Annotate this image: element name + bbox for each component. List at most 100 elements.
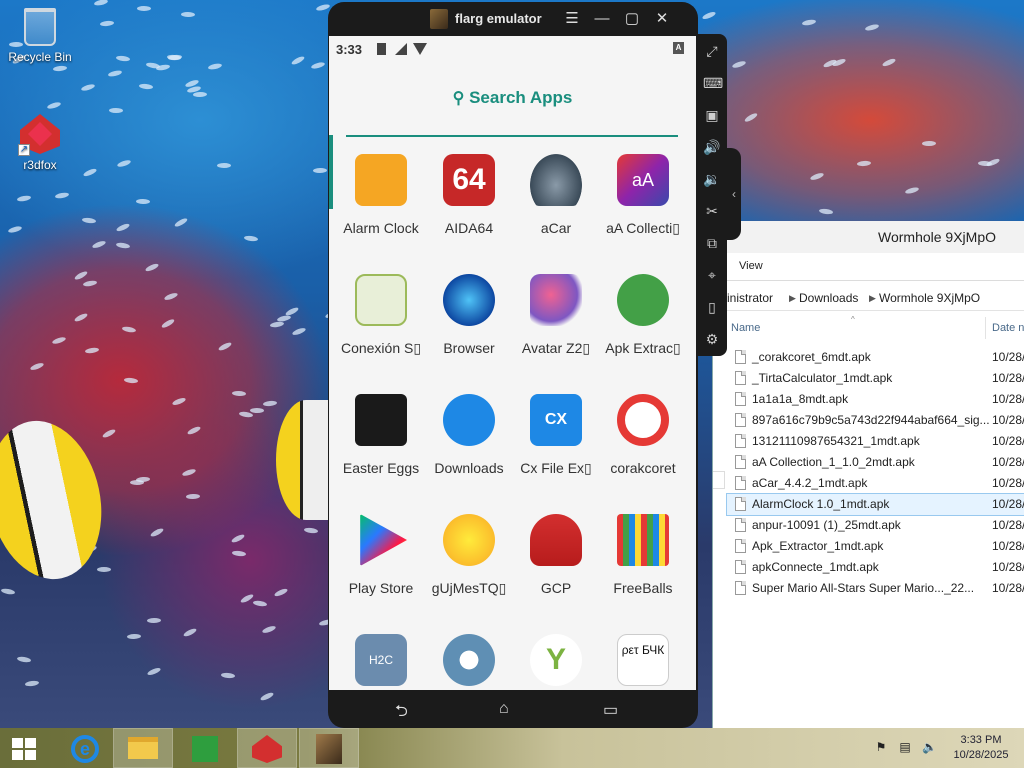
- file-row[interactable]: 13121110987654321_1mdt.apk 10/28/: [727, 431, 1024, 452]
- shake-icon[interactable]: ▯: [703, 298, 721, 316]
- menu-icon[interactable]: ☰: [562, 9, 582, 29]
- app-easter-eggs[interactable]: Easter Eggs: [337, 394, 425, 476]
- battery-icon: [377, 43, 386, 55]
- settings-icon[interactable]: ⚙: [703, 330, 721, 348]
- file-date: 10/28/: [992, 476, 1024, 490]
- emulator-logo-icon: [430, 9, 448, 29]
- volume-up-icon[interactable]: 🔊: [703, 138, 721, 156]
- file-icon: [735, 518, 746, 532]
- app-label: Browser: [443, 340, 495, 356]
- breadcrumb-item[interactable]: Downloads: [799, 291, 858, 305]
- file-row[interactable]: AlarmClock 1.0_1mdt.apk 10/28/: [726, 493, 1024, 516]
- ribbon-tab-view[interactable]: View: [739, 260, 763, 272]
- volume-down-icon[interactable]: 🔉: [703, 170, 721, 188]
- desktop-icon-recycle-bin[interactable]: Recycle Bin: [0, 8, 80, 64]
- app-settings[interactable]: [425, 634, 513, 686]
- start-button[interactable]: [0, 729, 50, 767]
- flag-icon[interactable]: ⚑: [874, 740, 888, 754]
- apk-install-icon[interactable]: ▣: [703, 106, 721, 124]
- minimize-icon[interactable]: —: [592, 9, 612, 29]
- app-apk-extractor[interactable]: Apk Extrac▯: [599, 274, 687, 357]
- wallpaper-fish: [250, 407, 265, 414]
- file-row[interactable]: aCar_4.4.2_1mdt.apk 10/28/: [727, 473, 1024, 494]
- app-avatar-z2[interactable]: Avatar Z2▯: [512, 274, 600, 357]
- app-text-app[interactable]: ρετ БЧК: [599, 634, 687, 686]
- close-icon[interactable]: ✕: [652, 9, 672, 29]
- app-play-store[interactable]: Play Store: [337, 514, 425, 596]
- app-label: aA Collecti▯: [606, 220, 680, 236]
- android-screen[interactable]: 3:33 A ⚲ Search Apps Alarm Clock 64 AIDA64…: [329, 36, 696, 690]
- recycle-bin-icon: [24, 8, 56, 46]
- sort-ascending-icon: ^: [851, 315, 855, 324]
- taskbar-clock[interactable]: 3:33 PM 10/28/2025: [944, 733, 1018, 763]
- app-aida64[interactable]: 64 AIDA64: [425, 154, 513, 236]
- easter-eggs-icon: [355, 394, 407, 446]
- desktop-icon-r3dfox[interactable]: ↗ r3dfox: [0, 114, 80, 172]
- network-icon[interactable]: ▤: [898, 740, 912, 754]
- wallpaper-fish: [129, 480, 144, 486]
- file-date: 10/28/: [992, 455, 1024, 469]
- app-smiley[interactable]: gUjMesTQ▯: [425, 514, 513, 597]
- app-alarm-clock[interactable]: Alarm Clock: [337, 154, 425, 236]
- column-header-date[interactable]: Date n: [992, 322, 1024, 334]
- home-icon[interactable]: ⌂: [499, 700, 509, 718]
- back-icon[interactable]: ⮌: [395, 700, 408, 727]
- file-row[interactable]: _corakcoret_6mdt.apk 10/28/: [727, 347, 1024, 368]
- breadcrumb-item[interactable]: Wormhole 9XjMpO: [879, 291, 980, 305]
- wallpaper-fish: [73, 312, 89, 324]
- app-gcp[interactable]: GCP: [512, 514, 600, 596]
- file-row[interactable]: Apk_Extractor_1mdt.apk 10/28/: [727, 536, 1024, 557]
- wallpaper-fish: [221, 671, 236, 679]
- app-y-app[interactable]: Y: [512, 634, 600, 686]
- explorer-titlebar[interactable]: Wormhole 9XjMpO: [713, 221, 1024, 253]
- file-row[interactable]: 1a1a1a_8mdt.apk 10/28/: [727, 389, 1024, 410]
- taskbar-r3dfox[interactable]: [237, 728, 297, 768]
- wallpaper-fish: [91, 239, 107, 249]
- keyboard-icon[interactable]: ⌨: [703, 74, 723, 92]
- file-row[interactable]: apkConnecte_1mdt.apk 10/28/: [727, 557, 1024, 578]
- address-bar[interactable]: inistrator ▶ Downloads ▶ Wormhole 9XjMpO: [713, 285, 1024, 311]
- volume-muted-icon[interactable]: 🔈: [922, 740, 937, 754]
- column-header-name[interactable]: Name: [731, 322, 760, 334]
- toolbar-collapse-button[interactable]: ‹: [727, 148, 741, 240]
- app-label: Cx File Ex▯: [520, 460, 592, 476]
- wallpaper-fish: [7, 224, 23, 234]
- file-row[interactable]: _TirtaCalculator_1mdt.apk 10/28/: [727, 368, 1024, 389]
- wallpaper-fish: [186, 424, 202, 436]
- breadcrumb-item[interactable]: inistrator: [727, 291, 773, 305]
- app-conexion[interactable]: Conexión S▯: [337, 274, 425, 357]
- fullscreen-icon[interactable]: ⤢: [703, 42, 721, 60]
- file-row[interactable]: anpur-10091 (1)_25mdt.apk 10/28/: [727, 515, 1024, 536]
- taskbar-emulator[interactable]: [299, 728, 359, 768]
- wallpaper-fish: [904, 185, 919, 195]
- maximize-icon[interactable]: ▢: [622, 9, 642, 29]
- screenshot-icon[interactable]: ✂: [703, 202, 721, 220]
- column-divider[interactable]: [985, 317, 986, 339]
- app-corakcoret[interactable]: corakcoret: [599, 394, 687, 476]
- emulator-titlebar[interactable]: flarg emulator ☰ — ▢ ✕: [328, 2, 698, 36]
- file-row[interactable]: Super Mario All-Stars Super Mario..._22.…: [727, 578, 1024, 599]
- multi-instance-icon[interactable]: ⧉: [703, 234, 721, 252]
- recents-icon[interactable]: ▭: [603, 700, 618, 720]
- app-aa-collection[interactable]: aA aA Collecti▯: [599, 154, 687, 237]
- internet-explorer-icon: e: [71, 735, 99, 763]
- location-icon[interactable]: ⌖: [703, 266, 721, 284]
- taskbar-internet-explorer[interactable]: e: [56, 729, 114, 767]
- app-label: gUjMesTQ▯: [431, 580, 507, 596]
- taskbar-file-explorer[interactable]: [113, 728, 173, 768]
- file-icon: [735, 413, 746, 427]
- wallpaper-fish: [304, 526, 319, 534]
- app-downloads[interactable]: Downloads: [425, 394, 513, 476]
- app-browser[interactable]: Browser: [425, 274, 513, 356]
- app-freeballs[interactable]: FreeBalls: [599, 514, 687, 596]
- app-cx-file-explorer[interactable]: CX Cx File Ex▯: [512, 394, 600, 477]
- wallpaper-fish: [82, 280, 98, 288]
- wallpaper-fish: [73, 269, 88, 282]
- chevron-left-icon: ‹: [732, 187, 736, 201]
- search-apps[interactable]: ⚲ Search Apps: [329, 88, 696, 108]
- app-h2c[interactable]: H2C: [337, 634, 425, 686]
- app-acar[interactable]: aCar: [512, 154, 600, 236]
- file-row[interactable]: 897a616c79b9c5a743d22f944abaf664_sig... 1…: [727, 410, 1024, 431]
- file-row[interactable]: aA Collection_1_1.0_2mdt.apk 10/28/: [727, 452, 1024, 473]
- taskbar-store[interactable]: [176, 729, 234, 767]
